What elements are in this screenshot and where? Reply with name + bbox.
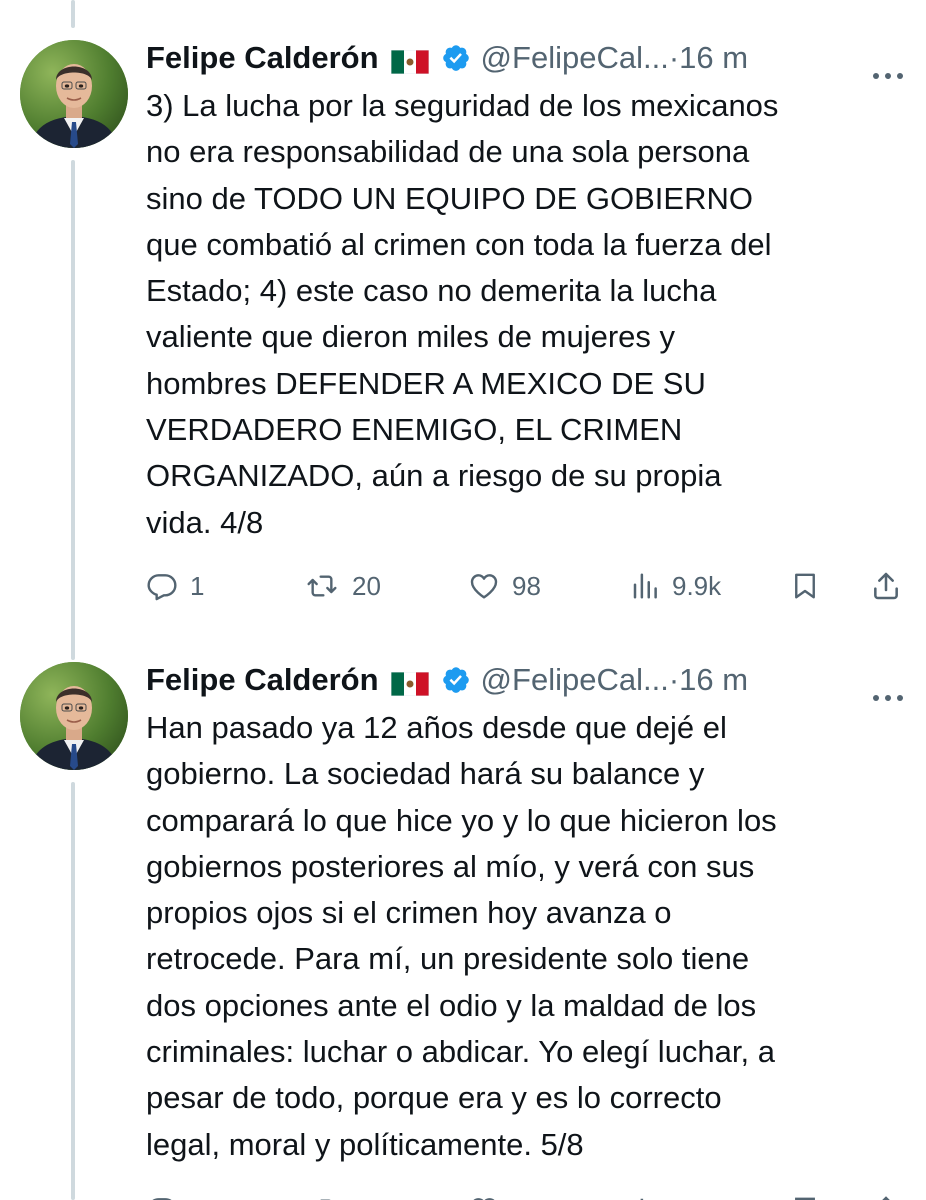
share-icon (874, 572, 898, 600)
bookmark-button[interactable] (790, 1190, 820, 1200)
views-chart-icon (633, 573, 657, 599)
views-chart-icon (640, 1198, 644, 1200)
like-button[interactable] (468, 1190, 500, 1200)
retweet-button[interactable] (304, 1190, 340, 1200)
retweet-button[interactable]: 20 (304, 566, 381, 606)
more-options-icon[interactable] (870, 675, 906, 701)
verified-badge-icon[interactable] (441, 665, 471, 695)
tweet-actions: 1 20 98 9.9k (146, 566, 908, 606)
author-name[interactable]: Felipe Calderón (146, 40, 379, 76)
thread-line-bottom (71, 782, 75, 1200)
avatar[interactable] (20, 662, 128, 770)
retweet-count: 20 (352, 570, 381, 601)
reply-count: 1 (190, 570, 205, 601)
like-count: 98 (512, 570, 541, 601)
bookmark-button[interactable] (790, 566, 820, 606)
reply-button[interactable] (146, 1190, 178, 1200)
reply-icon (147, 574, 177, 601)
heart-icon (470, 574, 498, 599)
bookmark-icon (795, 1197, 815, 1200)
reply-icon (152, 1198, 172, 1200)
views-button[interactable]: 9.9k (630, 566, 721, 606)
heart-icon (473, 1198, 495, 1200)
views-count: 9.9k (672, 570, 722, 601)
more-options-icon[interactable] (870, 53, 906, 79)
share-button[interactable] (870, 1190, 902, 1200)
mexico-flag-icon (390, 46, 429, 75)
tweet-header: Felipe Calderón @FelipeCal... · 16 m (146, 660, 906, 701)
author-name[interactable]: Felipe Calderón (146, 662, 379, 698)
tweet-header: Felipe Calderón @FelipeCal... · 16 m (146, 38, 906, 79)
timestamp[interactable]: 16 m (679, 662, 748, 698)
mexico-flag-icon (390, 668, 429, 697)
share-icon (882, 1196, 890, 1200)
retweet-icon (320, 1199, 331, 1200)
separator-dot: · (668, 662, 680, 697)
verified-badge-icon[interactable] (441, 43, 471, 73)
retweet-icon (307, 575, 337, 597)
tweet-actions-partial (146, 1190, 908, 1200)
share-button[interactable] (870, 566, 902, 606)
timestamp[interactable]: 16 m (679, 40, 748, 76)
tweet-text: Han pasado ya 12 años desde que dejé el … (146, 710, 777, 1162)
like-button[interactable]: 98 (468, 566, 541, 606)
author-handle[interactable]: @FelipeCal... (481, 40, 669, 76)
separator-dot: · (668, 40, 680, 75)
avatar[interactable] (20, 40, 128, 148)
reply-button[interactable]: 1 (146, 566, 204, 606)
views-button[interactable] (630, 1190, 660, 1200)
author-handle[interactable]: @FelipeCal... (481, 662, 669, 698)
bookmark-icon (795, 573, 815, 599)
tweet-text: 3) La lucha por la seguridad de los mexi… (146, 88, 779, 540)
tweet-4-of-8[interactable]: Felipe Calderón @FelipeCal... · 16 m 3) … (0, 0, 926, 640)
